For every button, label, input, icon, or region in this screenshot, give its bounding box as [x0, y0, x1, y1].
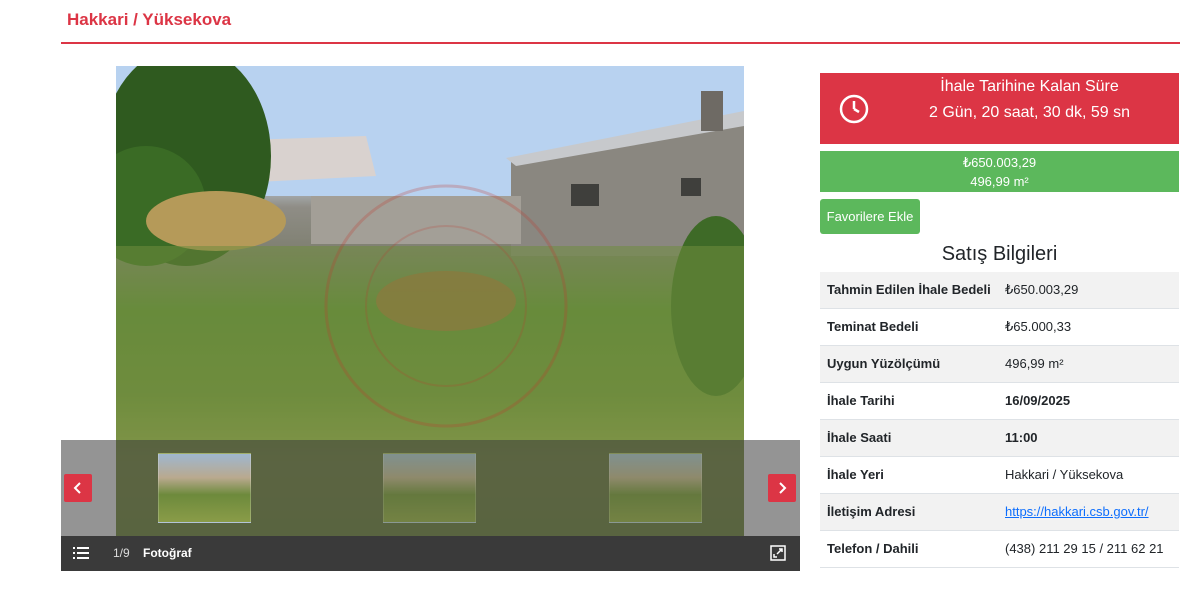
date-label: İhale Tarihi — [820, 382, 998, 420]
table-row: Tahmin Edilen İhale Bedeli ₺650.003,29 — [820, 272, 1179, 309]
auction-countdown: İhale Tarihine Kalan Süre 2 Gün, 20 saat… — [820, 73, 1179, 144]
place-label: İhale Yeri — [820, 456, 998, 494]
header-divider — [61, 42, 1180, 44]
thumbnail-2[interactable] — [383, 453, 476, 523]
chevron-left-icon — [73, 482, 81, 494]
photo-counter: 1/9 — [113, 546, 130, 560]
contact-link[interactable]: https://hakkari.csb.gov.tr/ — [1005, 504, 1149, 519]
deposit-label: Teminat Bedeli — [820, 308, 998, 346]
date-value: 16/09/2025 — [998, 382, 1179, 420]
section-title: Satış Bilgileri — [941, 243, 1058, 265]
thumbnail-strip — [61, 440, 800, 536]
place-value: Hakkari / Yüksekova — [998, 456, 1179, 494]
phone-value: (438) 211 29 15 / 211 62 21 — [998, 530, 1179, 568]
countdown-title: İhale Tarihine Kalan Süre — [940, 78, 1119, 95]
price-amount: ₺650.003,29 — [962, 155, 1037, 170]
estimate-value: ₺650.003,29 — [998, 272, 1179, 309]
contact-cell: https://hakkari.csb.gov.tr/ — [998, 493, 1179, 531]
table-row: Teminat Bedeli ₺65.000,33 — [820, 308, 1179, 346]
phone-label: Telefon / Dahili — [820, 530, 998, 568]
table-row: İletişim Adresi https://hakkari.csb.gov.… — [820, 493, 1179, 531]
table-row: İhale Tarihi 16/09/2025 — [820, 382, 1179, 420]
thumbnail-1[interactable] — [158, 453, 251, 523]
add-to-favorites-button[interactable]: Favorilere Ekle — [820, 199, 920, 234]
chevron-right-icon — [779, 482, 787, 494]
gallery-toolbar: 1/9 Fotoğraf — [61, 536, 800, 571]
thumbnail-3[interactable] — [609, 453, 702, 523]
countdown-time: 2 Gün, 20 saat, 30 dk, 59 sn — [928, 104, 1131, 121]
price-summary: ₺650.003,29 496,99 m² — [820, 151, 1179, 192]
prev-photo-button[interactable] — [64, 474, 92, 502]
table-row: Uygun Yüzölçümü 496,99 m² — [820, 345, 1179, 383]
time-value: 11:00 — [998, 419, 1179, 457]
breadcrumb[interactable]: Hakkari / Yüksekova — [67, 10, 231, 30]
table-row: Telefon / Dahili (438) 211 29 15 / 211 6… — [820, 530, 1179, 568]
table-row: İhale Yeri Hakkari / Yüksekova — [820, 456, 1179, 494]
list-icon[interactable] — [73, 545, 89, 561]
area-value: 496,99 m² — [998, 345, 1179, 383]
deposit-value: ₺65.000,33 — [998, 308, 1179, 346]
next-photo-button[interactable] — [768, 474, 796, 502]
clock-icon — [839, 94, 869, 124]
area-label: Uygun Yüzölçümü — [820, 345, 998, 383]
sale-info-table: Tahmin Edilen İhale Bedeli ₺650.003,29 T… — [820, 272, 1179, 568]
price-area: 496,99 m² — [970, 174, 1029, 189]
photo-gallery: 1/9 Fotoğraf — [61, 66, 800, 571]
time-label: İhale Saati — [820, 419, 998, 457]
expand-icon[interactable] — [770, 545, 786, 561]
contact-label: İletişim Adresi — [820, 493, 998, 531]
table-row: İhale Saati 11:00 — [820, 419, 1179, 457]
photo-label: Fotoğraf — [143, 546, 192, 560]
estimate-label: Tahmin Edilen İhale Bedeli — [820, 272, 998, 309]
